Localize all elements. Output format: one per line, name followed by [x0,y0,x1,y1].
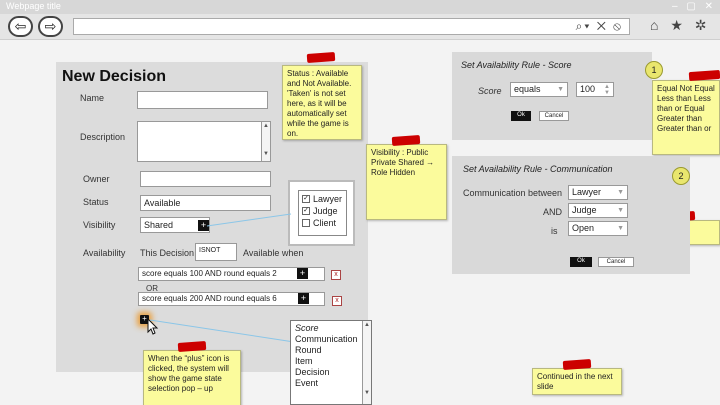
description-textarea[interactable]: ▲ ▼ [137,121,271,162]
window-titlebar: Webpage title – ▢ ✕ [0,0,720,14]
role-client-checkbox[interactable]: Client [302,217,343,228]
plus-popup-connector [149,319,295,343]
role-judge-checkbox[interactable]: ✓ Judge [302,205,343,216]
rule-1-plus-icon[interactable]: + [297,268,308,279]
status-label: Status [83,197,109,207]
visibility-label: Visibility [83,220,116,230]
party2-select[interactable]: Judge ▼ [568,203,628,218]
state-item-round[interactable]: Round [295,345,367,356]
scroll-up-icon[interactable]: ▲ [262,122,270,130]
sticky-pin [306,52,336,63]
score-rule-badge: 1 [645,61,663,79]
address-bar[interactable]: ⌕▾ ✕ ⦸ [73,18,630,35]
score-rule-title: Set Availability Rule - Score [461,60,572,70]
communication-cancel-button[interactable]: Cancel [598,257,634,267]
name-input[interactable] [137,91,268,109]
page-title: New Decision [62,68,167,85]
state-item-item[interactable]: Item [295,356,367,367]
scroll-down-icon[interactable]: ▼ [262,150,270,158]
communication-rule-title: Set Availability Rule - Communication [463,164,613,174]
score-field-label: Score [478,86,502,96]
status-input[interactable]: Available [140,195,271,211]
window-title: Webpage title [6,1,61,11]
forward-button[interactable]: ⇨ [38,16,63,37]
plus-icon-sticky-note: When the “plus” icon is clicked, the sys… [143,350,241,405]
browser-toolbar: ⇦ ⇨ ⌕▾ ✕ ⦸ ⌂ ★ ✲ [0,14,720,40]
score-cancel-button[interactable]: Cancel [539,111,569,121]
communication-between-label: Communication between [463,188,563,198]
owner-input[interactable] [140,171,271,187]
home-favorite-settings-icons[interactable]: ⌂ ★ ✲ [650,17,711,34]
role-checkbox-group: ✓ Lawyer ✓ Judge Client [288,180,355,246]
communication-ok-button[interactable]: Ok [570,257,592,267]
availability-rule-2[interactable]: score equals 200 AND round equals 6 [138,292,325,306]
role-checkbox-list: ✓ Lawyer ✓ Judge Client [298,190,347,236]
state-item-decision[interactable]: Decision [295,367,367,378]
address-bar-icons[interactable]: ⌕▾ ✕ ⦸ [576,19,623,34]
isnot-select[interactable]: ISNOT [195,243,237,261]
state-item-score[interactable]: Score [295,323,367,334]
score-ok-button[interactable]: Ok [511,111,531,121]
checkbox-checked-icon: ✓ [302,194,310,203]
rule-2-plus-icon[interactable]: + [298,293,309,304]
owner-label: Owner [83,174,110,184]
description-label: Description [80,132,126,142]
rule-2-remove-icon[interactable]: x [332,296,342,306]
communication-state-select[interactable]: Open ▼ [568,221,628,236]
rule-1-remove-icon[interactable]: x [331,270,341,280]
state-item-event[interactable]: Event [295,378,367,389]
chevron-down-icon: ▼ [617,225,624,232]
name-label: Name [80,93,105,103]
this-decision-label: This Decision [140,248,195,258]
and-label: AND [543,207,563,217]
role-lawyer-checkbox[interactable]: ✓ Lawyer [302,193,343,204]
sticky-pin [562,359,592,370]
visibility-sticky-note: Visibility : Public Private Shared → Rol… [366,144,447,220]
scroll-down-icon[interactable]: ▼ [363,389,371,397]
available-when-label: Available when [243,248,304,258]
game-state-popup: Score Communication Round Item Decision … [290,320,372,405]
availability-label: Availability [83,248,126,258]
operators-sticky-note: Equal Not Equal Less than Less than or E… [652,80,720,155]
party1-select[interactable]: Lawyer ▼ [568,185,628,200]
sticky-pin [391,135,421,146]
back-button[interactable]: ⇦ [8,16,33,37]
chevron-down-icon: ▼ [557,86,564,93]
window-controls[interactable]: – ▢ ✕ [672,1,716,12]
sticky-pin [177,341,207,352]
visibility-connector [206,213,292,227]
status-sticky-note: Status : Available and Not Available. 'T… [282,65,362,140]
checkbox-empty-icon [302,218,310,227]
scroll-up-icon[interactable]: ▲ [363,321,371,329]
score-operator-select[interactable]: equals ▼ [510,82,568,97]
state-item-communication[interactable]: Communication [295,334,367,345]
score-value-stepper[interactable]: 100 ▲ ▼ [576,82,614,97]
chevron-down-icon: ▼ [617,189,624,196]
popup-scrollbar[interactable]: ▲ ▼ [362,321,371,404]
is-label: is [551,226,558,236]
description-scrollbar[interactable]: ▲ ▼ [261,122,270,161]
stepper-arrows-icon[interactable]: ▲ ▼ [604,84,610,96]
continued-sticky-note: Continued in the next slide [532,368,622,395]
checkbox-checked-icon: ✓ [302,206,310,215]
communication-rule-badge: 2 [672,167,690,185]
game-state-list: Score Communication Round Item Decision … [291,321,371,391]
chevron-down-icon: ▼ [617,207,624,214]
